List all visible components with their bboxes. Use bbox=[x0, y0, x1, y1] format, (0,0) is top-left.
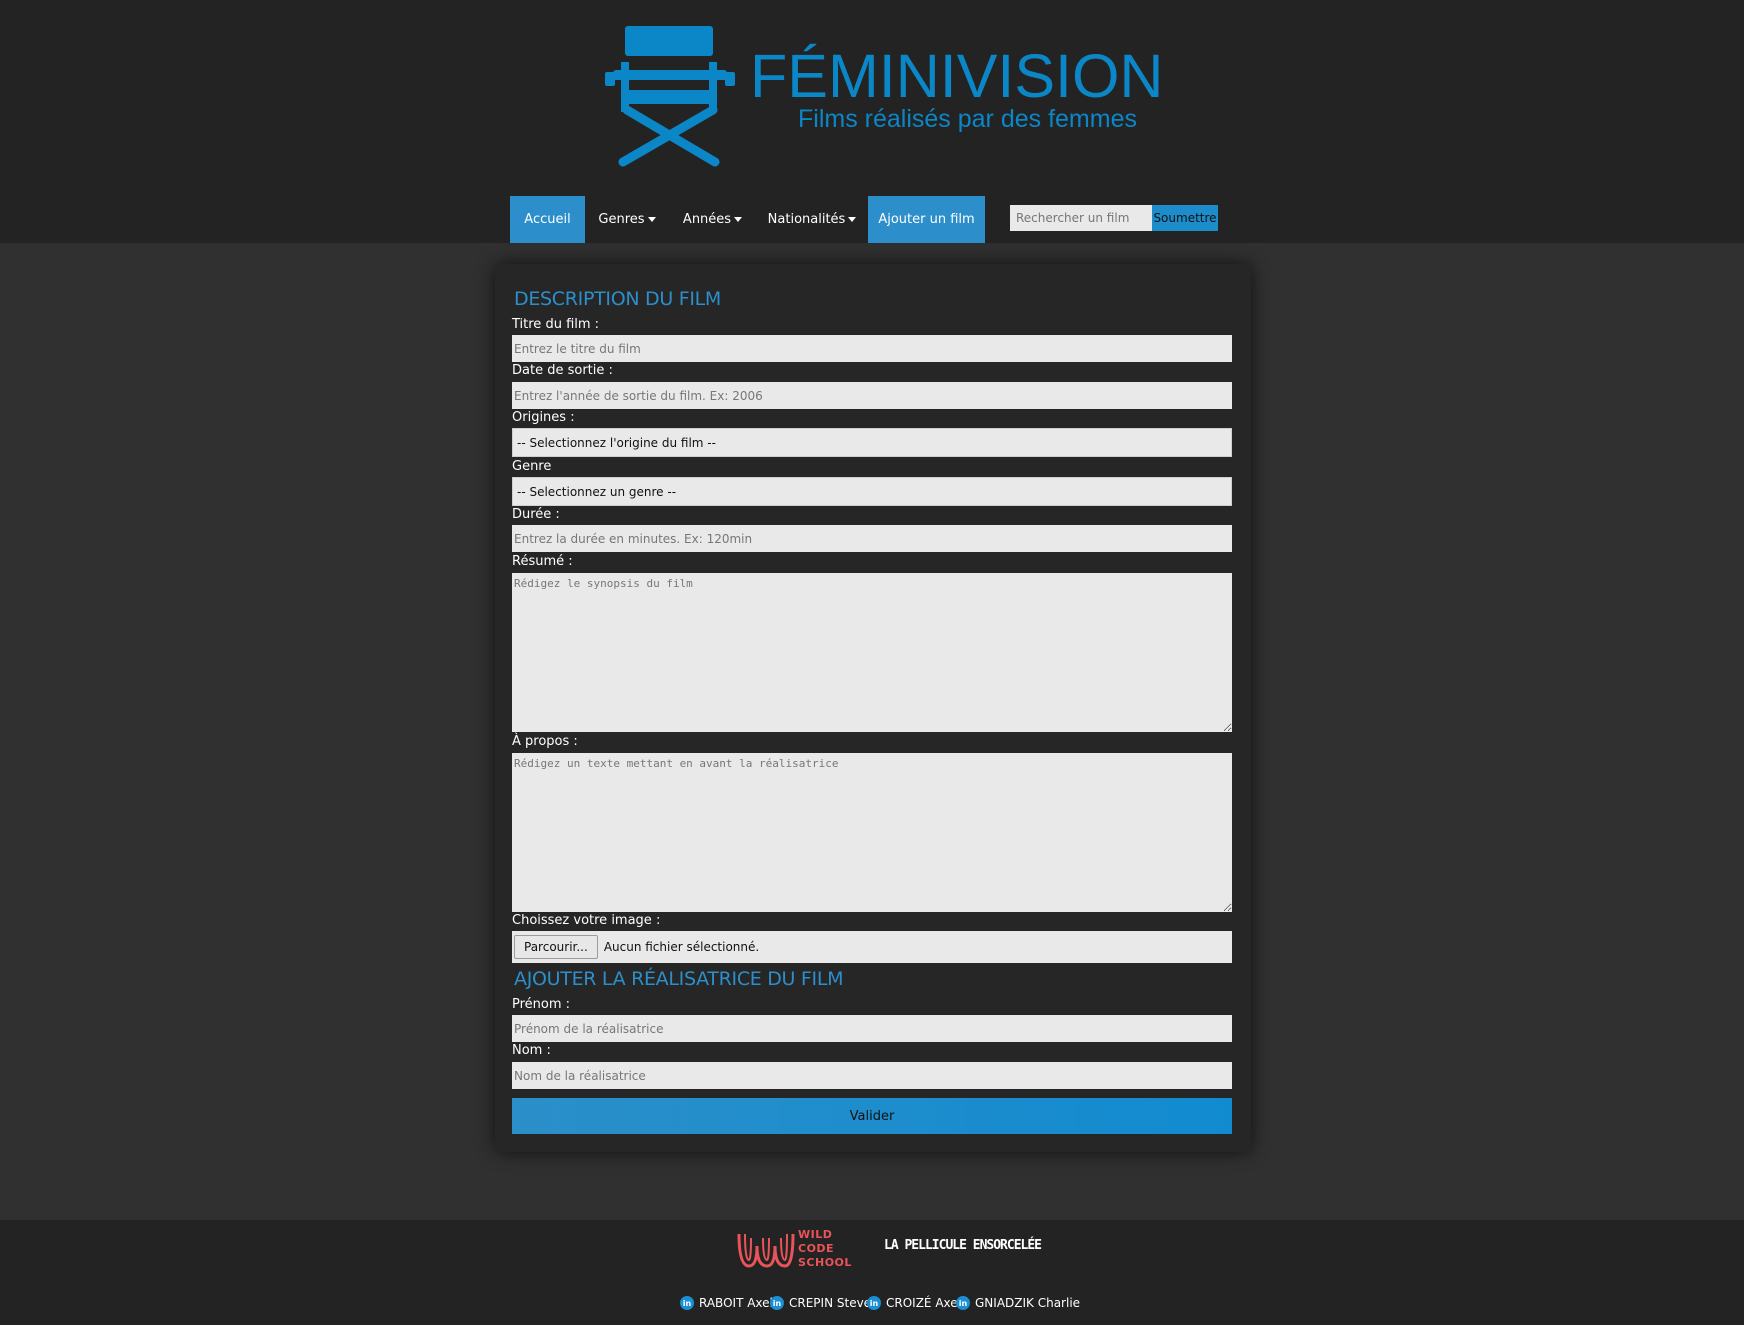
la-pellicule-ensorcelee-logo[interactable]: LA PELLICULE ENSORCELÉE bbox=[884, 1238, 1042, 1253]
about-textarea[interactable] bbox=[512, 753, 1232, 912]
wcs-line: SCHOOL bbox=[798, 1256, 852, 1269]
nav-accueil[interactable]: Accueil bbox=[510, 196, 585, 243]
firstname-label: Prénom : bbox=[512, 997, 571, 1012]
about-label: À propos : bbox=[512, 734, 578, 749]
wild-code-school-text: WILD CODE SCHOOL bbox=[798, 1228, 868, 1270]
summary-textarea[interactable] bbox=[512, 573, 1232, 732]
nav-genres-label: Genres bbox=[598, 212, 645, 227]
caret-down-icon bbox=[734, 217, 743, 222]
nav-nationalites[interactable]: Nationalités bbox=[756, 196, 868, 243]
credit-link[interactable]: in GNIADZIK Charlie bbox=[956, 1295, 1080, 1311]
submit-button[interactable]: Valider bbox=[512, 1098, 1232, 1134]
credit-link[interactable]: in CREPIN Steve bbox=[770, 1295, 871, 1311]
film-title-input[interactable] bbox=[512, 335, 1232, 362]
brand-subtitle: Films réalisés par des femmes bbox=[798, 105, 1137, 133]
wcs-line: WILD bbox=[798, 1228, 833, 1241]
credit-link[interactable]: in RABOIT Axel bbox=[680, 1295, 773, 1311]
linkedin-icon: in bbox=[956, 1296, 970, 1310]
title-label: Titre du film : bbox=[512, 317, 600, 332]
date-label: Date de sortie : bbox=[512, 363, 613, 378]
director-lastname-input[interactable] bbox=[512, 1062, 1232, 1089]
linkedin-icon: in bbox=[867, 1296, 881, 1310]
lastname-label: Nom : bbox=[512, 1043, 551, 1058]
main-nav: Accueil Genres Années Nationalités Ajout… bbox=[0, 196, 1744, 243]
genre-label: Genre bbox=[512, 459, 552, 474]
release-date-input[interactable] bbox=[512, 382, 1232, 409]
linkedin-icon: in bbox=[770, 1296, 784, 1310]
credit-name: CREPIN Steve bbox=[789, 1296, 872, 1310]
nav-annees-label: Années bbox=[682, 212, 732, 227]
linkedin-icon: in bbox=[680, 1296, 694, 1310]
credit-name: RABOIT Axel bbox=[699, 1296, 773, 1310]
origin-select[interactable]: -- Selectionnez l'origine du film -- bbox=[512, 428, 1232, 457]
wcs-line: CODE bbox=[798, 1242, 835, 1255]
section-title-description: DESCRIPTION DU FILM bbox=[514, 288, 722, 310]
image-label: Choissez votre image : bbox=[512, 913, 661, 928]
site-header: FÉMINIVISION Films réalisés par des femm… bbox=[0, 0, 1744, 196]
summary-label: Résumé : bbox=[512, 554, 573, 569]
search-submit-button[interactable]: Soumettre bbox=[1152, 205, 1218, 231]
search-input[interactable] bbox=[1010, 205, 1152, 231]
section-title-director: AJOUTER LA RÉALISATRICE DU FILM bbox=[514, 968, 844, 990]
site-logo[interactable]: FÉMINIVISION Films réalisés par des femm… bbox=[605, 24, 1163, 170]
nav-genres[interactable]: Genres bbox=[585, 196, 669, 243]
genre-select[interactable]: -- Selectionnez un genre -- bbox=[512, 477, 1232, 506]
caret-down-icon bbox=[848, 217, 857, 222]
nav-accueil-label: Accueil bbox=[524, 212, 571, 227]
nav-annees[interactable]: Années bbox=[669, 196, 756, 243]
director-chair-icon bbox=[605, 26, 735, 167]
image-file-input[interactable]: Parcourir... Aucun fichier sélectionné. bbox=[512, 931, 1232, 963]
caret-down-icon bbox=[647, 217, 656, 222]
credits-list: in RABOIT Axel in CREPIN Steve in CROIZÉ Ax… bbox=[0, 1295, 1744, 1315]
credit-link[interactable]: in CROIZÉ Axel bbox=[867, 1295, 961, 1311]
nav-nationalites-label: Nationalités bbox=[767, 212, 846, 227]
origin-label: Origines : bbox=[512, 410, 575, 425]
nav-ajouter-film[interactable]: Ajouter un film bbox=[868, 196, 985, 243]
duration-input[interactable] bbox=[512, 525, 1232, 552]
browse-button[interactable]: Parcourir... bbox=[514, 935, 598, 959]
director-firstname-input[interactable] bbox=[512, 1015, 1232, 1042]
credit-name: CROIZÉ Axel bbox=[886, 1296, 961, 1310]
nav-ajouter-film-label: Ajouter un film bbox=[878, 212, 975, 227]
duration-label: Durée : bbox=[512, 507, 560, 522]
file-status: Aucun fichier sélectionné. bbox=[603, 940, 760, 954]
credit-name: GNIADZIK Charlie bbox=[975, 1296, 1081, 1310]
brand-title: FÉMINIVISION bbox=[750, 42, 1164, 110]
